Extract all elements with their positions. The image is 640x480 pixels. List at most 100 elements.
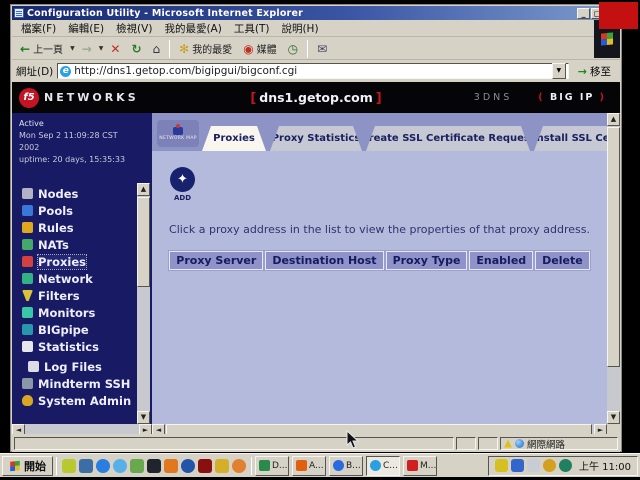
taskbar-window-button[interactable]: B... [329,456,363,476]
stop-button[interactable]: ✕ [105,39,125,58]
scroll-down-icon[interactable]: ▼ [137,411,150,424]
sidebar-item-statistics[interactable]: Statistics [22,338,136,355]
zone-label: 網際網路 [527,437,565,451]
sidebar-item-system-admin[interactable]: System Admin [22,392,136,409]
scroll-left-icon[interactable]: ◄ [12,424,25,434]
quick-launch-icon[interactable] [96,459,110,473]
system-status: Active Mon Sep 2 11:09:28 CST 2002 uptim… [19,118,139,166]
quick-launch-icon[interactable] [215,459,229,473]
refresh-button[interactable]: ↻ [126,39,146,58]
go-button[interactable]: → 移至 [573,63,616,80]
scrollbar-corner [607,424,620,434]
history-button[interactable]: ◷ [283,39,303,58]
col-proxy-server[interactable]: Proxy Server [169,251,263,270]
sidebar-item-network[interactable]: Network [22,270,136,287]
scroll-down-icon[interactable]: ▼ [607,411,620,424]
tray-icon[interactable] [559,459,572,472]
taskbar-clock: 上午 11:00 [575,458,631,473]
back-dropdown-icon[interactable]: ▼ [69,45,76,52]
menu-help[interactable]: 說明(H) [276,20,323,37]
taskbar-window-button[interactable]: A... [292,456,326,476]
taskbar-window-button-active[interactable]: C... [366,456,400,476]
col-destination-host[interactable]: Destination Host [265,251,383,270]
sidebar-horizontal-scrollbar[interactable]: ◄ ► [12,424,152,434]
tray-icon[interactable] [527,459,540,472]
menu-edit[interactable]: 編輯(E) [63,20,109,37]
mail-button[interactable]: ✉ [312,39,332,58]
navigation-sidebar: Active Mon Sep 2 11:09:28 CST 2002 uptim… [12,113,152,424]
quick-launch-icon[interactable] [198,459,212,473]
sidebar-item-mindterm-ssh[interactable]: Mindterm SSH [22,375,136,392]
sidebar-item-log-files[interactable]: Log Files [22,358,136,375]
scroll-right-icon[interactable]: ► [594,424,607,434]
home-button[interactable]: ⌂ [148,39,166,58]
sidebar-item-pools[interactable]: Pools [22,202,136,219]
quick-launch-icon[interactable] [164,459,178,473]
forward-dropdown-icon[interactable]: ▼ [98,45,105,52]
taskbar-separator [251,457,252,475]
quick-launch-bar [60,459,248,473]
menu-tools[interactable]: 工具(T) [229,20,275,37]
scroll-right-icon[interactable]: ► [139,424,152,434]
tab-proxy-statistics[interactable]: Proxy Statistics [270,126,362,151]
scrollbar-thumb[interactable] [166,424,592,434]
media-icon: ◉ [243,43,253,55]
scrollbar-thumb[interactable] [607,127,620,367]
video-capture-artifact [599,2,638,29]
menu-view[interactable]: 檢視(V) [111,20,157,37]
system-tray: 上午 11:00 [488,456,638,476]
content-horizontal-scrollbar[interactable]: ◄ ► [152,424,620,434]
scrollbar-thumb[interactable] [137,197,150,287]
col-proxy-type[interactable]: Proxy Type [386,251,468,270]
tray-icon[interactable] [495,459,508,472]
quick-launch-icon[interactable] [79,459,93,473]
tab-create-ssl-certificate-request[interactable]: Create SSL Certificate Request [366,126,530,151]
sidebar-item-proxies[interactable]: Proxies [22,253,136,270]
quick-launch-icon[interactable] [232,459,246,473]
menu-file[interactable]: 檔案(F) [16,20,61,37]
mouse-cursor [346,430,359,449]
taskbar-window-button[interactable]: M... [403,456,437,476]
menu-favorites[interactable]: 我的最愛(A) [159,20,226,37]
quick-launch-icon[interactable] [147,459,161,473]
add-proxy-button[interactable]: ✦ [170,167,195,192]
sidebar-item-nats[interactable]: NATs [22,236,136,253]
product-bigip-link[interactable]: ( BIG IP ) [538,92,606,103]
start-button[interactable]: 開始 [2,456,53,476]
quick-launch-icon[interactable] [130,459,144,473]
minimize-button[interactable]: _ [577,8,590,19]
taskbar-window-button[interactable]: D... [255,456,289,476]
scroll-up-icon[interactable]: ▲ [137,183,150,196]
quick-launch-icon[interactable] [113,459,127,473]
forward-button[interactable]: → [77,39,97,58]
col-delete[interactable]: Delete [535,251,590,270]
tray-icon[interactable] [511,459,524,472]
toolbar-separator [169,40,170,58]
product-3dns-link[interactable]: 3DNS [474,92,513,103]
sidebar-item-monitors[interactable]: Monitors [22,304,136,321]
sidebar-item-bigpipe[interactable]: BIGpipe [22,321,136,338]
content-vertical-scrollbar[interactable]: ▲ ▼ [607,113,620,424]
nats-icon [22,239,33,250]
favorites-button[interactable]: ✻ 我的最愛 [174,39,237,58]
sidebar-item-nodes[interactable]: Nodes [22,185,136,202]
col-enabled[interactable]: Enabled [469,251,533,270]
sidebar-item-rules[interactable]: Rules [22,219,136,236]
status-datetime: Mon Sep 2 11:09:28 CST 2002 [19,130,139,154]
scroll-left-icon[interactable]: ◄ [152,424,165,434]
sidebar-vertical-scrollbar[interactable]: ▲ ▼ [137,183,150,424]
sidebar-item-filters[interactable]: Filters [22,287,136,304]
quick-launch-icon[interactable] [62,459,76,473]
address-input[interactable] [74,65,549,77]
refresh-icon: ↻ [131,43,141,55]
quick-launch-icon[interactable] [181,459,195,473]
ie-icon [370,460,381,471]
tab-proxies[interactable]: Proxies [202,126,266,151]
scroll-up-icon[interactable]: ▲ [607,113,620,126]
title-bar[interactable]: Configuration Utility - Microsoft Intern… [12,6,620,20]
address-dropdown-icon[interactable]: ▼ [552,63,566,79]
network-map-button[interactable]: NETWORK MAP [157,120,199,147]
tray-icon[interactable] [543,459,556,472]
media-button[interactable]: ◉ 媒體 [238,39,281,58]
back-button[interactable]: ← 上一頁 [15,39,68,58]
